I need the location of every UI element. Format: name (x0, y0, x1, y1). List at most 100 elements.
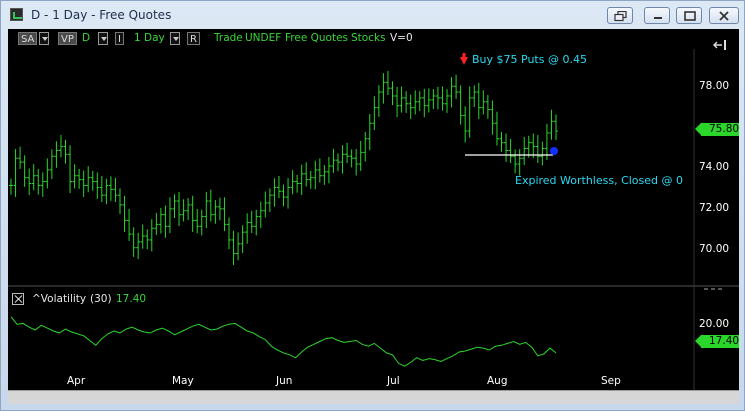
ohlc-bar (240, 225, 245, 253)
month-jun: Jun (276, 375, 293, 387)
ohlc-bar (172, 194, 177, 218)
ohlc-bar (304, 162, 309, 187)
ohlc-bar (372, 96, 377, 131)
ohlc-bar (549, 109, 554, 140)
ohlc-bar (276, 175, 281, 199)
ohlc-bar (535, 135, 540, 164)
minimize-button[interactable] (644, 7, 670, 24)
ohlc-bar (413, 90, 418, 115)
ohlc-bar (22, 155, 27, 187)
ohlc-bar (127, 208, 132, 241)
price-tick-72: 72.00 (699, 202, 730, 214)
sa-dropdown-arrow-icon[interactable] (39, 32, 49, 45)
ohlc-bar (108, 176, 113, 201)
chart-toolbar: SA VP D I 1 Day R Trade UNDEF Free Quote… (8, 29, 698, 49)
data-source-label: Free Quotes (285, 32, 349, 44)
vol-current-tag: 17.40 (695, 335, 739, 348)
trade-label: Trade (214, 32, 243, 44)
symbol-dropdown-arrow-icon[interactable] (98, 32, 108, 45)
month-aug: Aug (487, 375, 508, 387)
volatility-value: 17.40 (116, 293, 147, 305)
exit-annotation: Expired Worthless, Closed @ 0 (515, 174, 684, 187)
ohlc-bar (390, 81, 395, 106)
ohlc-bar (186, 198, 191, 220)
ohlc-bar (286, 178, 291, 209)
horizontal-scrollbar[interactable] (8, 390, 739, 404)
ohlc-bar (358, 140, 363, 171)
ohlc-bar (249, 210, 254, 234)
ohlc-bar (395, 86, 400, 118)
ohlc-bar (494, 111, 499, 146)
month-may: May (172, 375, 194, 387)
sa-button[interactable]: SA (18, 32, 38, 45)
maximize-icon (684, 11, 696, 21)
ohlc-bar (18, 146, 23, 169)
ohlc-bar (154, 212, 159, 236)
interval-button[interactable]: I (115, 32, 124, 45)
ohlc-bar (236, 232, 241, 261)
ohlc-bar (354, 149, 359, 176)
ohlc-bar (299, 164, 304, 195)
vp-button[interactable]: VP (58, 32, 77, 45)
ohlc-bar (95, 172, 100, 199)
ohlc-bar (376, 85, 381, 117)
ohlc-bar (467, 86, 472, 138)
window-title: D - 1 Day - Free Quotes (31, 8, 172, 22)
price-chart[interactable] (8, 49, 739, 390)
ohlc-bar (190, 195, 195, 232)
interval-label[interactable]: 1 Day (134, 32, 165, 45)
ohlc-bar (322, 165, 327, 185)
ohlc-bar (90, 170, 95, 191)
ohlc-bar (231, 230, 236, 266)
ohlc-bar (472, 85, 477, 108)
ohlc-bar (9, 178, 13, 195)
maximize-button[interactable] (676, 7, 702, 24)
ohlc-bar (476, 82, 481, 120)
ohlc-bar (245, 213, 250, 244)
ohlc-bar (340, 145, 345, 174)
ohlc-bar (68, 145, 73, 194)
ohlc-bar (417, 91, 422, 111)
ohlc-bar (199, 209, 204, 236)
exit-marker-icon (550, 147, 558, 155)
close-indicator-icon[interactable] (12, 293, 24, 305)
month-apr: Apr (67, 375, 86, 387)
ohlc-bar (36, 168, 41, 195)
ohlc-bar (158, 207, 163, 234)
entry-annotation: Buy $75 Puts @ 0.45 (472, 53, 587, 66)
ohlc-bar (272, 178, 277, 207)
ohlc-bar (49, 149, 54, 180)
interval-dropdown-arrow-icon[interactable] (170, 32, 180, 45)
ohlc-bar (508, 138, 513, 164)
range-button[interactable]: R (187, 32, 200, 45)
ohlc-bar (336, 153, 340, 172)
price-tick-78: 78.00 (699, 80, 730, 92)
title-bar[interactable]: D - 1 Day - Free Quotes (1, 1, 745, 29)
symbol-label[interactable]: D (82, 32, 90, 45)
ohlc-bar (490, 100, 495, 135)
ohlc-bar (345, 142, 350, 164)
ohlc-bar (58, 135, 63, 158)
ohlc-bar (554, 114, 558, 141)
ohlc-bar (349, 149, 354, 168)
chart-window: D - 1 Day - Free Quotes SA VP D I 1 Day … (0, 0, 745, 411)
restore-window-button[interactable] (607, 7, 633, 24)
price-tick-70: 70.00 (699, 243, 730, 255)
ohlc-bar (136, 232, 141, 260)
vol-tick-20: 20.00 (699, 318, 730, 330)
month-sep: Sep (601, 375, 621, 387)
ohlc-bar (499, 131, 504, 152)
ohlc-bar (254, 209, 259, 236)
ohlc-bar (363, 131, 368, 162)
ohlc-bar (63, 139, 68, 164)
close-button[interactable] (709, 7, 739, 24)
ohlc-bar (381, 73, 386, 104)
ohlc-bar (27, 168, 32, 195)
ohlc-bar (45, 158, 50, 189)
ohlc-bar (140, 224, 145, 249)
ohlc-bar (463, 106, 468, 143)
ohlc-bar (317, 158, 322, 183)
ohlc-bar (113, 177, 118, 202)
volatility-period: (30) (90, 293, 112, 305)
ohlc-bar-series (9, 70, 558, 266)
